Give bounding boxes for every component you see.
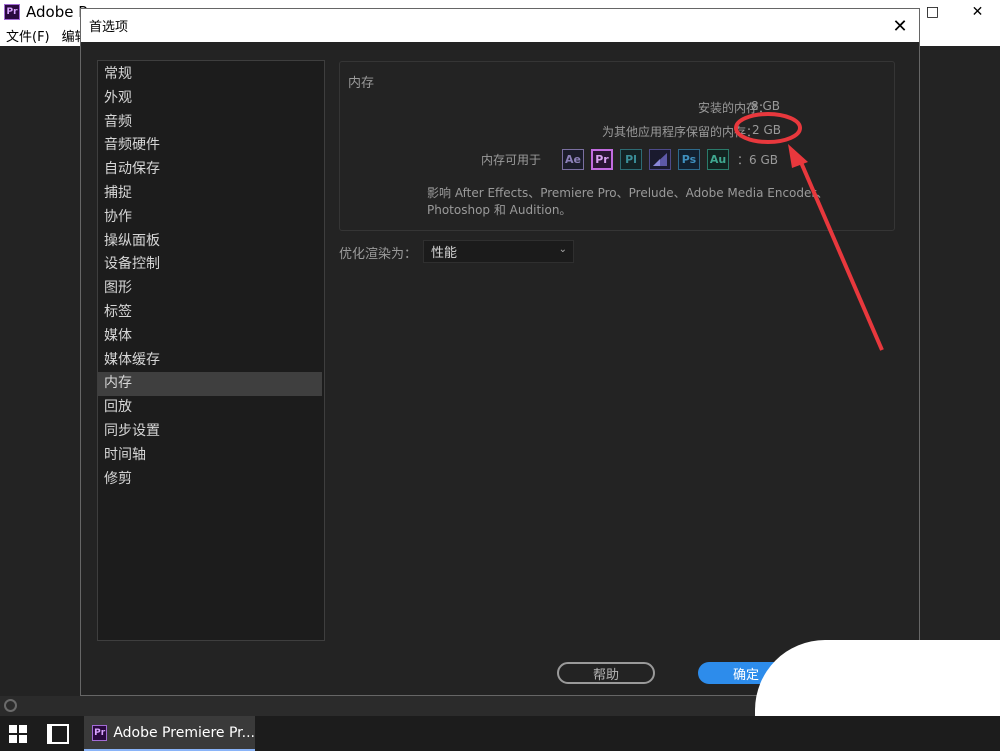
photoshop-icon: Ps bbox=[678, 149, 700, 170]
taskbar: Pr Adobe Premiere Pr... bbox=[0, 716, 1000, 751]
optimize-render-label: 优化渲染为： bbox=[339, 247, 418, 262]
media-encoder-glyph-icon bbox=[653, 153, 667, 166]
dialog-titlebar: 首选项 ✕ bbox=[81, 9, 919, 42]
category-playback[interactable]: 回放 bbox=[98, 396, 324, 420]
category-sync-settings[interactable]: 同步设置 bbox=[98, 420, 324, 444]
category-general[interactable]: 常规 bbox=[98, 63, 324, 87]
app-badges: Ae Pr Pl Ps Au bbox=[562, 149, 736, 170]
prelude-icon: Pl bbox=[620, 149, 642, 170]
category-auto-save[interactable]: 自动保存 bbox=[98, 158, 324, 182]
premiere-pro-icon: Pr bbox=[591, 149, 613, 170]
affects-apps-note: 影响 After Effects、Premiere Pro、Prelude、Ad… bbox=[427, 186, 829, 217]
category-capture[interactable]: 捕捉 bbox=[98, 182, 324, 206]
optimize-render-value: 性能 bbox=[431, 246, 458, 261]
dialog-close-button[interactable]: ✕ bbox=[889, 15, 911, 37]
task-view-icon[interactable] bbox=[47, 724, 69, 744]
chevron-down-icon: ⌄ bbox=[558, 244, 567, 255]
sync-status-icon bbox=[4, 699, 17, 712]
category-control-surface[interactable]: 操纵面板 bbox=[98, 230, 324, 254]
category-media-cache[interactable]: 媒体缓存 bbox=[98, 349, 324, 373]
close-app-button[interactable]: ✕ bbox=[955, 0, 1000, 24]
media-encoder-icon bbox=[649, 149, 671, 170]
installed-memory-value: 8 GB bbox=[751, 99, 780, 113]
dialog-title: 首选项 bbox=[89, 20, 129, 35]
preferences-category-list: 常规 外观 音频 音频硬件 自动保存 捕捉 协作 操纵面板 设备控制 图形 标签… bbox=[97, 60, 325, 641]
window-controls: □ ✕ bbox=[910, 0, 1000, 24]
category-graphics[interactable]: 图形 bbox=[98, 277, 324, 301]
category-labels[interactable]: 标签 bbox=[98, 301, 324, 325]
category-timeline[interactable]: 时间轴 bbox=[98, 444, 324, 468]
reserved-memory-input[interactable]: 2 GB bbox=[752, 123, 781, 137]
memory-group-title: 内存 bbox=[348, 76, 375, 91]
windows-start-icon[interactable] bbox=[9, 725, 27, 743]
preferences-dialog: 首选项 ✕ 常规 外观 音频 音频硬件 自动保存 捕捉 协作 操纵面板 设备控制… bbox=[80, 8, 920, 696]
optimize-render-dropdown[interactable]: 性能 ⌄ bbox=[423, 240, 574, 263]
premiere-taskbar-icon: Pr bbox=[92, 724, 108, 741]
category-memory[interactable]: 内存 bbox=[98, 372, 322, 397]
memory-group: 内存 安装的内存： 8 GB 为其他应用程序保留的内存： 2 GB 内存可用于 … bbox=[339, 61, 895, 231]
category-device-control[interactable]: 设备控制 bbox=[98, 253, 324, 277]
category-appearance[interactable]: 外观 bbox=[98, 87, 324, 111]
premiere-logo-icon: Pr bbox=[4, 4, 20, 20]
audition-icon: Au bbox=[707, 149, 729, 170]
category-trim[interactable]: 修剪 bbox=[98, 468, 324, 492]
category-audio-hardware[interactable]: 音频硬件 bbox=[98, 134, 324, 158]
taskbar-app-label: Adobe Premiere Pr... bbox=[113, 724, 255, 741]
help-button[interactable]: 帮助 bbox=[557, 662, 655, 684]
category-audio[interactable]: 音频 bbox=[98, 111, 324, 135]
available-memory-label: 内存可用于 bbox=[481, 153, 542, 167]
taskbar-premiere-button[interactable]: Pr Adobe Premiere Pr... bbox=[84, 716, 255, 751]
category-collaboration[interactable]: 协作 bbox=[98, 206, 324, 230]
available-memory-value: ：6 GB bbox=[737, 153, 778, 167]
menu-file[interactable]: 文件(F) bbox=[6, 26, 50, 45]
category-media[interactable]: 媒体 bbox=[98, 325, 324, 349]
reserved-memory-label: 为其他应用程序保留的内存： bbox=[601, 125, 758, 139]
after-effects-icon: Ae bbox=[562, 149, 584, 170]
